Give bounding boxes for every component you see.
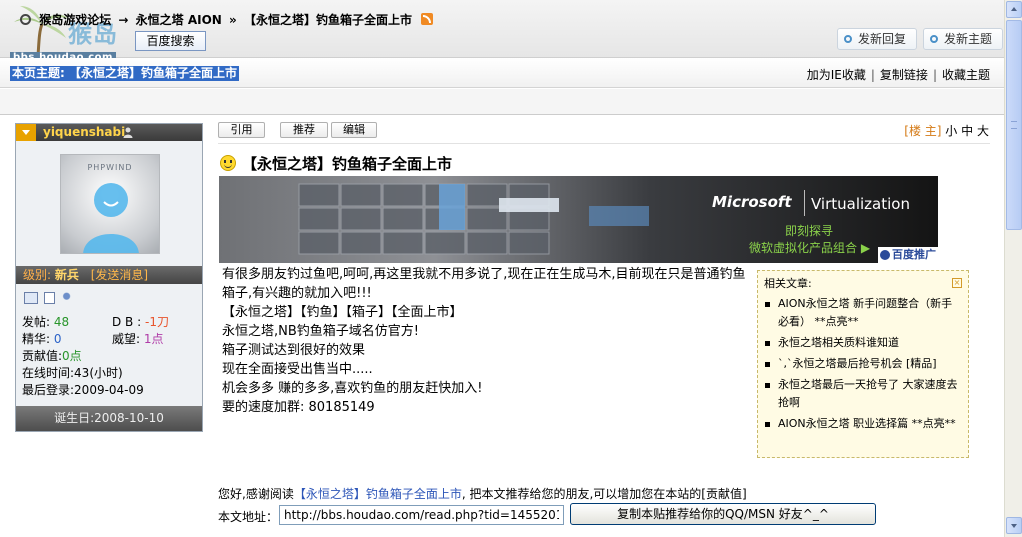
site-logo[interactable]: 猴岛 bbs.houdao.com [2, 0, 152, 66]
post-body: 有很多朋友钓过鱼吧,呵呵,再这里我就不用多说了,现在正在生成马木,目前现在只是普… [222, 265, 752, 417]
related-item[interactable]: 永恒之塔相关质料谁知道 [764, 334, 962, 352]
avatar-figure-icon [83, 183, 139, 253]
font-size-links: [楼 主] 小 中 大 [904, 122, 989, 139]
share-line: 您好,感谢阅读【永恒之塔】钓鱼箱子全面上市, 把本文推荐给您的朋友,可以增加您在… [218, 487, 747, 501]
related-item[interactable]: `,`永恒之塔最后抢号机会 [精品] [764, 355, 962, 373]
last-login: 2009-04-09 [74, 383, 144, 397]
ad-brand: Microsoft [712, 193, 792, 211]
add-friend-icon[interactable] [60, 292, 75, 304]
search-icon [20, 14, 31, 25]
db-value: -1刀 [144, 315, 169, 329]
user-actions [24, 292, 77, 306]
level-bar: 级别: 新兵 [发送消息] [16, 266, 202, 284]
scroll-down-icon[interactable] [1006, 517, 1022, 534]
post-count: 48 [53, 315, 70, 329]
address-label: 本文地址： [218, 510, 279, 524]
post-line: 【永恒之塔】【钓鱼】【箱子】【全面上市】 [222, 305, 463, 320]
vertical-scrollbar[interactable] [1004, 0, 1022, 537]
smile-icon [220, 155, 236, 171]
floor-owner-label: [楼 主] [904, 124, 942, 138]
level-value: 新兵 [54, 268, 79, 282]
toolbar-strip [0, 89, 1004, 115]
breadcrumb-arrow: → [118, 13, 129, 27]
prestige-value: 1点 [143, 332, 164, 346]
level-label: 级别: [23, 268, 52, 282]
copy-link-link[interactable]: 复制链接 [880, 68, 928, 82]
rss-icon[interactable] [421, 13, 434, 25]
related-list: AION永恒之塔 新手问题整合（新手必看） **点亮** 永恒之塔相关质料谁知道… [764, 295, 962, 433]
online-time: 43(小时) [74, 366, 123, 380]
baidu-search-button[interactable]: 百度搜索 [135, 31, 206, 51]
post-title-text: 【永恒之塔】钓鱼箱子全面上市 [242, 155, 453, 173]
divider [218, 143, 990, 144]
topic-bar: 本页主题: 【永恒之塔】钓鱼箱子全面上市 加为IE收藏 | 复制链接 | 收藏主题 [0, 58, 1004, 88]
new-topic-button[interactable]: 发新主题 [923, 28, 1003, 50]
topic-icon [930, 35, 938, 43]
related-heading: 相关文章: × [764, 277, 962, 290]
recommend-button[interactable]: 推荐 [280, 122, 328, 138]
post-title: 【永恒之塔】钓鱼箱子全面上市 [220, 153, 452, 174]
breadcrumb-thread: 【永恒之塔】钓鱼箱子全面上市 [243, 13, 412, 27]
user-panel: yiquenshabi PHPWIND 级别: 新兵 [发送消息] 发帖: 48… [15, 123, 203, 432]
top-header: 猴岛 bbs.houdao.com 猴岛游戏论坛 → 永恒之塔 AION » 【… [0, 0, 1004, 63]
avatar[interactable]: PHPWIND [60, 154, 160, 254]
ad-tag-label: 百度推广 [892, 248, 936, 261]
post-line: 有很多朋友钓过鱼吧,呵呵,再这里我就不用多说了,现在正在生成马木,目前现在只是普… [222, 267, 746, 301]
user-icon [123, 127, 133, 138]
post-line: 现在全面接受出售当中..... [222, 362, 373, 377]
post-line: 要的速度加群: 80185149 [222, 400, 375, 415]
ad-line-2: 微软虚拟化产品组合 ▶ [749, 241, 871, 255]
related-articles-box: 相关文章: × AION永恒之塔 新手问题整合（新手必看） **点亮** 永恒之… [757, 270, 969, 458]
profile-card-icon[interactable] [24, 292, 38, 304]
share-title-link[interactable]: 【永恒之塔】钓鱼箱子全面上市 [294, 487, 462, 501]
ad-line-1: 即刻探寻 [785, 224, 834, 238]
related-item[interactable]: AION永恒之塔 新手问题整合（新手必看） **点亮** [764, 295, 962, 331]
article-url-input[interactable] [279, 505, 564, 525]
baidu-paw-icon [880, 250, 890, 260]
topic-links: 加为IE收藏 | 复制链接 | 收藏主题 [806, 68, 990, 82]
ad-product: Virtualization [811, 195, 910, 213]
ad-banner[interactable]: Microsoft Virtualization 即刻探寻 微软虚拟化产品组合 … [219, 176, 938, 263]
document-icon[interactable] [43, 292, 55, 304]
favorite-topic-link[interactable]: 收藏主题 [942, 68, 990, 82]
new-reply-label: 发新回复 [858, 32, 907, 46]
post-line: 永恒之塔,NB钓鱼箱子域名仿官方! [222, 324, 419, 339]
baidu-promo-tag[interactable]: 百度推广 [878, 247, 940, 263]
edit-button[interactable]: 编辑 [331, 122, 377, 138]
contribution-value: 0点 [62, 349, 82, 363]
breadcrumb-board-link[interactable]: 永恒之塔 AION [136, 13, 222, 27]
digest-count: 0 [53, 332, 62, 346]
user-stats: 发帖: 48 D B : -1刀 精华: 0 威望: 1点 贡献值:0点 在线时… [22, 315, 169, 397]
user-header: yiquenshabi [16, 124, 202, 141]
font-large-link[interactable]: 大 [977, 124, 989, 138]
reply-icon [844, 35, 852, 43]
username[interactable]: yiquenshabi [43, 124, 125, 141]
birthday-bar: 诞生日:2008-10-10 [16, 406, 202, 431]
quote-button[interactable]: 引用 [218, 122, 265, 138]
post-line: 箱子测试达到很好的效果 [222, 343, 366, 358]
post-content: 引用 推荐 编辑 [楼 主] 小 中 大 【永恒之塔】钓鱼箱子全面上市 Micr… [206, 115, 1003, 537]
collapse-icon[interactable] [16, 124, 36, 141]
related-item[interactable]: AION永恒之塔 职业选择篇 **点亮** [764, 415, 962, 433]
scroll-up-icon[interactable] [1006, 1, 1022, 18]
add-ie-favorite-link[interactable]: 加为IE收藏 [807, 68, 866, 82]
new-topic-label: 发新主题 [944, 32, 993, 46]
breadcrumb-forum-link[interactable]: 猴岛游戏论坛 [39, 13, 111, 27]
new-reply-button[interactable]: 发新回复 [837, 28, 917, 50]
close-icon[interactable]: × [952, 278, 962, 288]
copy-recommend-button[interactable]: 复制本贴推荐给你的QQ/MSN 好友^_^ [570, 503, 876, 525]
ad-grid-graphic [298, 183, 649, 255]
scroll-thumb[interactable] [1006, 20, 1022, 230]
send-message-link[interactable]: [发送消息] [91, 268, 148, 282]
breadcrumb: 猴岛游戏论坛 → 永恒之塔 AION » 【永恒之塔】钓鱼箱子全面上市 [20, 11, 434, 28]
post-line: 机会多多 赚的多多,喜欢钓鱼的朋友赶快加入! [222, 381, 483, 396]
breadcrumb-separator: » [229, 13, 237, 27]
related-item[interactable]: 永恒之塔最后一天抢号了 大家速度去抢啊 [764, 376, 962, 412]
font-small-link[interactable]: 小 [945, 124, 957, 138]
page-topic-title: 本页主题: 【永恒之塔】钓鱼箱子全面上市 [10, 66, 239, 81]
font-medium-link[interactable]: 中 [961, 124, 973, 138]
